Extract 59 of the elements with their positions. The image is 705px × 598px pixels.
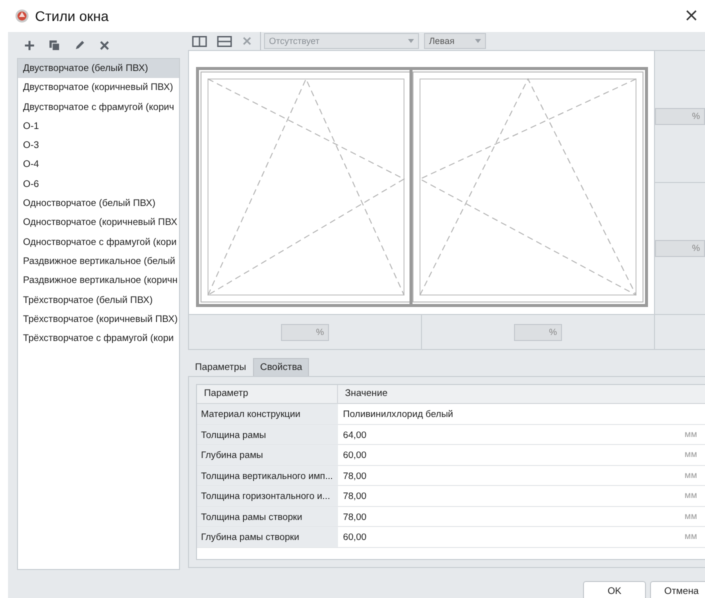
style-list-item[interactable]: Трёхстворчатое (белый ПВХ) — [18, 290, 179, 310]
style-list-item[interactable]: Двустворчатое (коричневый ПВХ) — [18, 78, 179, 98]
value-text: 60,00 — [343, 448, 366, 462]
table-cell[interactable]: Поливинилхлорид белый — [338, 404, 705, 424]
tab[interactable]: Свойства — [253, 358, 310, 376]
value-text: 78,00 — [343, 468, 366, 482]
style-list-item[interactable]: О-1 — [18, 116, 179, 136]
vertical-split-icon[interactable] — [192, 36, 207, 46]
window-title: Стили окна — [35, 8, 109, 24]
style-list-item[interactable]: Двустворчатое (белый ПВХ) — [18, 59, 179, 78]
value-text: Поливинилхлорид белый — [343, 407, 454, 421]
unit-label: мм — [684, 468, 697, 482]
style-list-item[interactable]: Одностворчатое с фрамугой (кори — [18, 232, 179, 252]
table-cell: Толщина рамы — [197, 424, 338, 444]
style-list-item[interactable]: Раздвижное вертикальное (белый — [18, 252, 179, 272]
table-cell[interactable]: 60,00 мм — [338, 445, 705, 464]
plus-icon[interactable] — [24, 40, 35, 50]
style-list-item[interactable]: Двустворчатое с фрамугой (корич — [18, 98, 179, 117]
style-list-item[interactable]: Раздвижное вертикальное (коричн — [18, 271, 179, 291]
table-cell[interactable]: 60,00 мм — [338, 527, 705, 546]
dropdown[interactable]: Левая — [424, 33, 486, 49]
table-cell: Материал конструкции — [197, 404, 338, 424]
table-cell[interactable]: 78,00 мм — [338, 506, 705, 526]
column-header: Параметр — [197, 385, 338, 403]
unit-label: мм — [684, 428, 697, 440]
style-list-item[interactable]: О-4 — [18, 155, 179, 175]
style-list-item[interactable]: Одностворчатое (коричневый ПВХ — [18, 213, 179, 233]
unit-label: мм — [684, 448, 697, 461]
dialog-button[interactable]: Отмена — [650, 580, 705, 598]
table-cell[interactable]: 78,00 мм — [338, 486, 705, 506]
style-list-item[interactable]: Трёхстворчатое с фрамугой (кори — [18, 329, 179, 348]
unit-label: мм — [684, 510, 697, 522]
style-list-item[interactable]: О-3 — [18, 136, 179, 156]
close-button[interactable]: × — [680, 7, 703, 25]
value-text: 60,00 — [343, 530, 366, 544]
column-header: Значение — [344, 387, 389, 401]
table-cell: Толщина горизонтального и... — [197, 486, 338, 506]
table-cell: Глубина рамы створки — [197, 527, 338, 546]
copy-icon[interactable] — [49, 40, 60, 50]
table-cell[interactable]: 64,00 мм — [338, 424, 705, 444]
table-cell: Толщина рамы створки — [197, 506, 338, 526]
table-cell[interactable]: 78,00 мм — [338, 466, 705, 485]
value-text: 78,00 — [343, 489, 366, 503]
table-cell: Глубина рамы — [197, 445, 338, 464]
dialog-button[interactable]: OK — [583, 580, 646, 598]
app-icon — [15, 9, 29, 23]
style-list-item[interactable]: Трёхстворчатое (коричневый ПВХ) — [18, 310, 179, 330]
style-list-item[interactable]: О-6 — [18, 174, 179, 194]
caret-icon — [475, 39, 481, 43]
style-list-item[interactable]: Одностворчатое (белый ПВХ) — [18, 194, 179, 214]
value-text: 64,00 — [343, 428, 366, 442]
unit-label: мм — [684, 530, 697, 543]
pencil-icon[interactable] — [74, 40, 85, 50]
delete-icon[interactable] — [99, 40, 110, 50]
unit-label: мм — [684, 489, 697, 502]
caret-icon — [408, 39, 414, 43]
value-text: 78,00 — [343, 510, 366, 524]
horizontal-split-icon[interactable] — [217, 36, 232, 46]
table-cell: Толщина вертикального имп... — [197, 466, 338, 485]
